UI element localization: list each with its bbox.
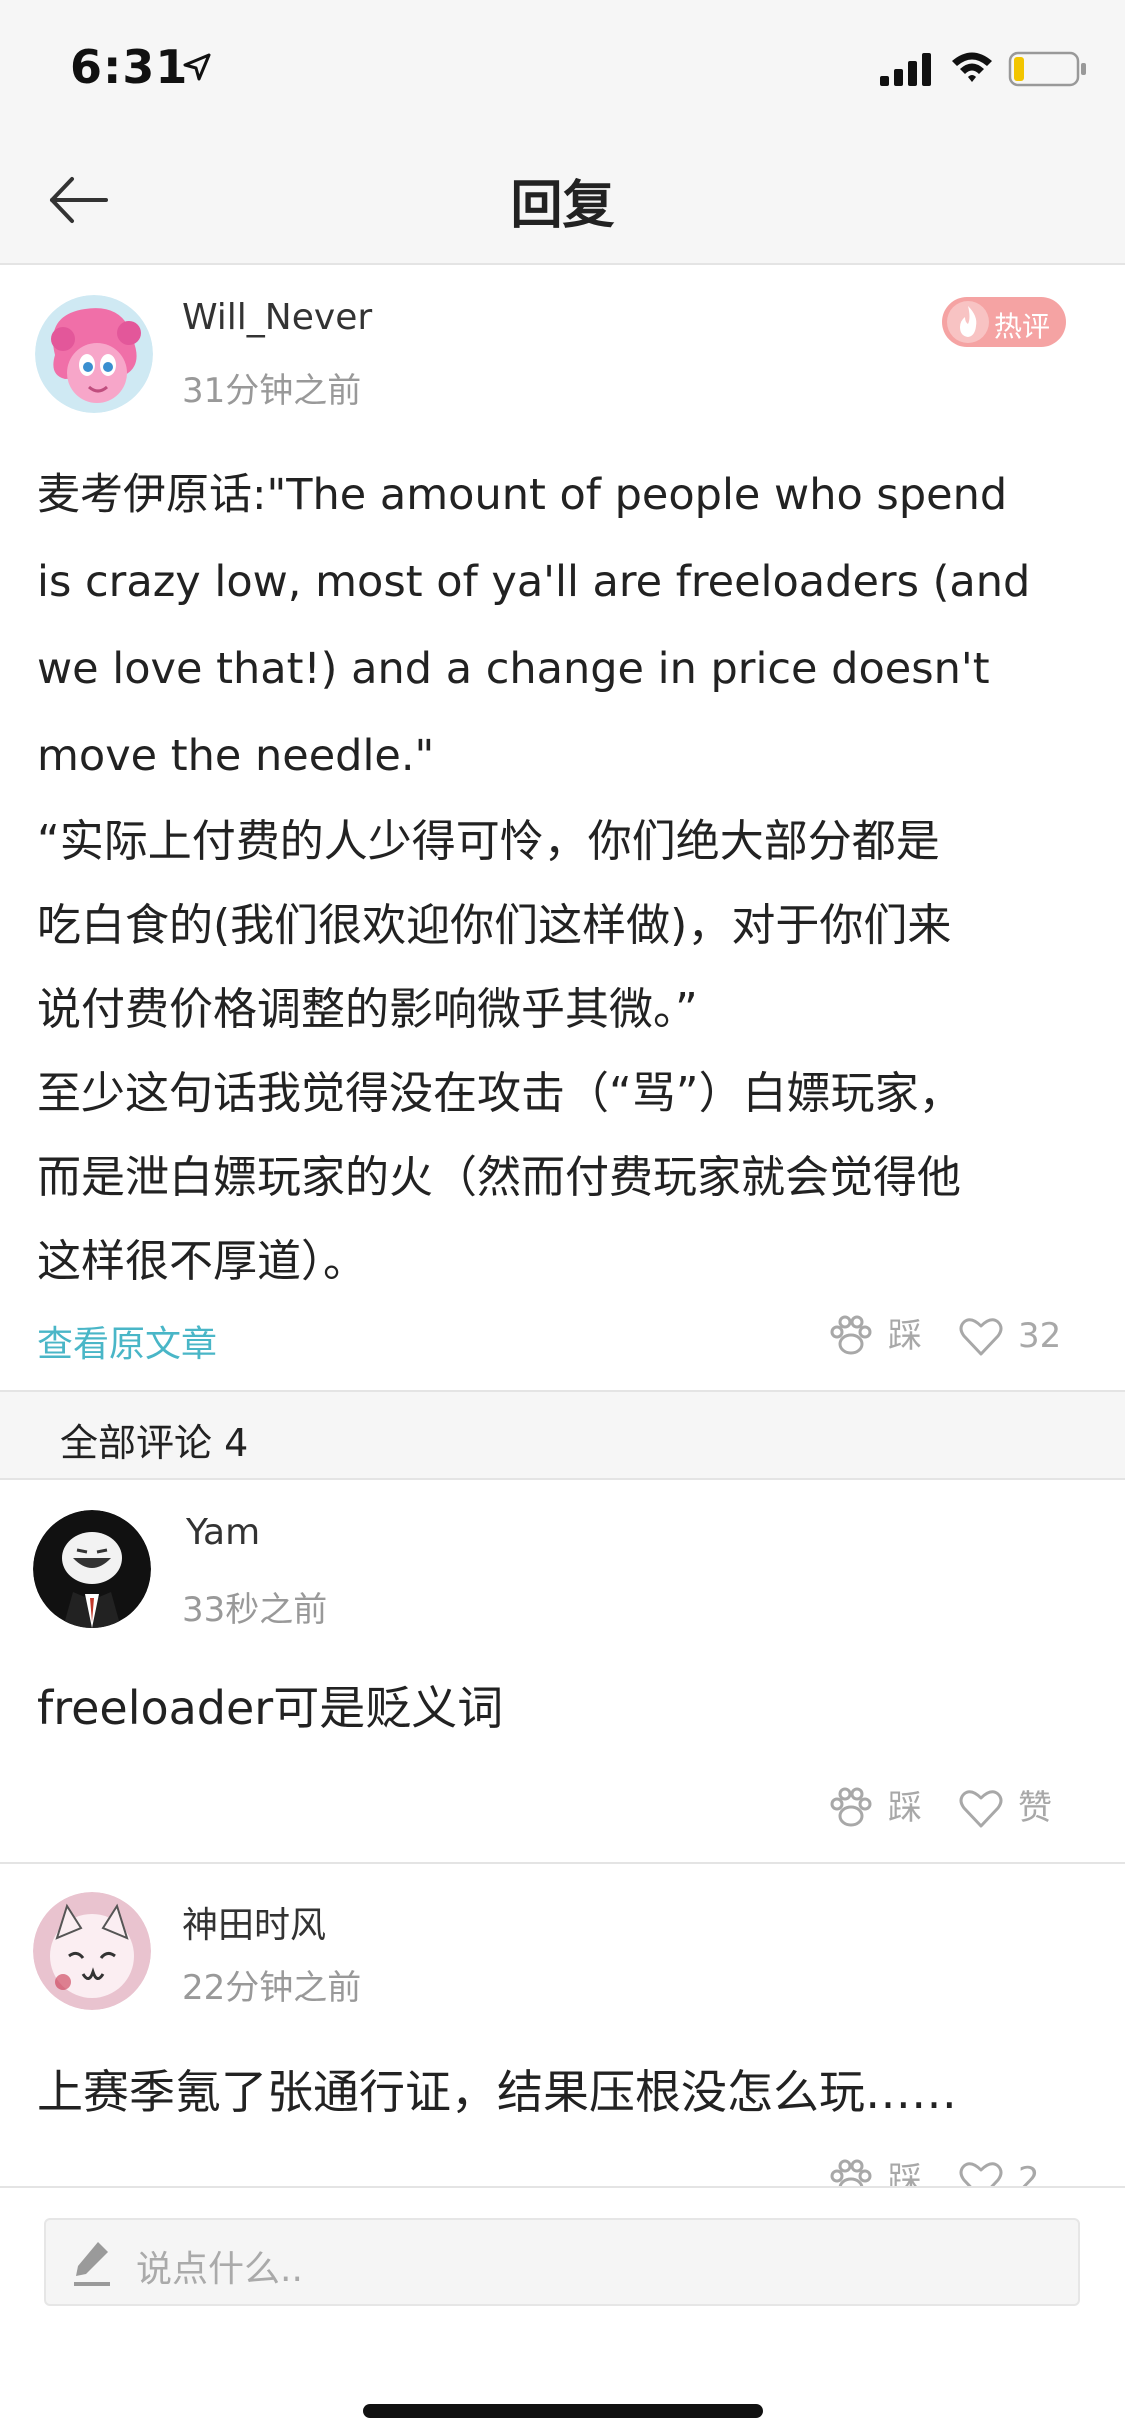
heart-icon [959, 2162, 1003, 2186]
battery-icon [1008, 51, 1086, 87]
navigation-bar: 回复 [0, 135, 1125, 265]
comment-item: 神田时风 22分钟之前 上赛季氪了张通行证，结果压根没怎么玩…… 踩 2 [0, 1864, 1125, 2186]
post-body-line: 麦考伊原话:"The amount of people who spend [37, 470, 1008, 520]
post-body-line: 说付费价格调整的影响微乎其微。” [37, 984, 698, 1035]
comment-input-bar: 说点什么.. [0, 2186, 1125, 2436]
view-original-article-link[interactable]: 查看原文章 [37, 1315, 217, 1367]
location-arrow-icon [183, 53, 211, 81]
comment-input[interactable]: 说点什么.. [44, 2218, 1080, 2306]
dislike-button[interactable]: 踩 [828, 1786, 928, 1830]
like-count: 32 [1018, 1316, 1062, 1356]
post-body-line: 这样很不厚道）。 [37, 1236, 367, 1287]
status-time: 6:31 [70, 40, 189, 94]
home-indicator[interactable] [363, 2404, 763, 2418]
post-body-line: is crazy low, most of ya'll are freeload… [37, 557, 1031, 607]
dislike-label: 踩 [888, 2160, 922, 2186]
like-label: 赞 [1018, 1788, 1052, 1828]
heart-icon [959, 1318, 1003, 1356]
like-button[interactable]: 32 [958, 1314, 1068, 1358]
comments-header: 全部评论 4 [0, 1390, 1125, 1480]
page-title: 回复 [510, 176, 615, 236]
post-body-line: 而是泄白嫖玩家的火（然而付费玩家就会觉得他 [37, 1152, 961, 1203]
pencil-icon [74, 2242, 110, 2286]
comments-count-title: 全部评论 4 [60, 1421, 249, 1465]
comment-timestamp: 22分钟之前 [182, 1968, 362, 2008]
comment-timestamp: 33秒之前 [182, 1590, 328, 1630]
post-username[interactable]: Will_Never [182, 297, 372, 338]
like-button[interactable]: 2 [958, 2158, 1068, 2186]
flame-icon [947, 301, 989, 343]
screen: 6:31 回复 Will_Never 31分钟之前 热评 麦考伊原话:"The … [0, 0, 1125, 2436]
reply-post: Will_Never 31分钟之前 热评 麦考伊原话:"The amount o… [0, 267, 1125, 1387]
dislike-label: 踩 [888, 1788, 922, 1828]
comment-username[interactable]: Yam [186, 1512, 260, 1553]
comment-input-placeholder: 说点什么.. [136, 2249, 303, 2290]
heart-icon [959, 1790, 1003, 1828]
comment-item: Yam 33秒之前 freeloader可是贬义词 踩 赞 [0, 1480, 1125, 1862]
comment-username[interactable]: 神田时风 [182, 1896, 326, 1948]
cellular-signal-icon [880, 53, 931, 86]
avatar[interactable] [33, 1892, 151, 2010]
avatar[interactable] [33, 1510, 151, 1628]
paw-icon [830, 2159, 872, 2186]
post-body: 麦考伊原话:"The amount of people who spend is… [37, 452, 1097, 1304]
dislike-button[interactable]: 踩 [828, 2158, 928, 2186]
like-button[interactable]: 赞 [958, 1786, 1068, 1830]
like-count: 2 [1018, 2160, 1040, 2186]
avatar[interactable] [35, 295, 153, 413]
wifi-icon [952, 52, 992, 82]
post-body-line: 吃白食的(我们很欢迎你们这样做)，对于你们来 [37, 900, 952, 951]
paw-icon [830, 1787, 872, 1827]
hot-comment-badge: 热评 [942, 297, 1066, 347]
post-body-line: move the needle." [37, 731, 435, 781]
hot-badge-label: 热评 [994, 310, 1051, 343]
comment-text: freeloader可是贬义词 [37, 1681, 504, 1735]
dislike-label: 踩 [888, 1316, 922, 1356]
paw-icon [830, 1315, 872, 1355]
post-body-line: we love that!) and a change in price doe… [37, 644, 990, 694]
post-body-line: “实际上付费的人少得可怜，你们绝大部分都是 [37, 816, 940, 867]
comment-text: 上赛季氪了张通行证，结果压根没怎么玩…… [37, 2065, 957, 2119]
post-timestamp: 31分钟之前 [182, 371, 362, 411]
post-body-line: 至少这句话我觉得没在攻击（“骂”）白嫖玩家， [37, 1068, 963, 1119]
status-bar: 6:31 [0, 0, 1125, 135]
dislike-button[interactable]: 踩 [828, 1314, 928, 1358]
